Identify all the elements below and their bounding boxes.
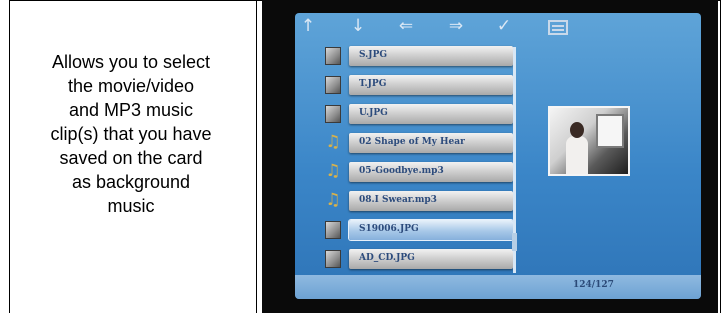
file-name: 08.I Swear.mp3: [359, 195, 437, 205]
screen-photo: ↑ ↓ ⇐ ⇒ ✓ S.JPG T.JPG U.JPG ♫ 02 Shape o…: [262, 0, 718, 313]
description-line: the movie/video: [67, 76, 195, 96]
status-bar: [295, 275, 701, 299]
preview-window-detail: [596, 114, 624, 148]
feature-description: Allows you to select the movie/video and…: [9, 50, 253, 218]
file-row[interactable]: ♫ 05-Goodbye.mp3: [321, 161, 517, 183]
description-line: Allows you to select: [51, 52, 211, 72]
up-arrow-icon[interactable]: ↑: [297, 17, 319, 35]
image-file-icon: [325, 47, 341, 65]
music-note-icon: ♫: [325, 132, 341, 152]
scrollbar-thumb[interactable]: [512, 233, 517, 251]
file-name: T.JPG: [359, 79, 387, 89]
file-row[interactable]: T.JPG: [321, 74, 517, 96]
file-row[interactable]: AD_CD.JPG: [321, 248, 517, 270]
file-row[interactable]: ♫ 08.I Swear.mp3: [321, 190, 517, 212]
file-name: S.JPG: [359, 50, 388, 60]
image-file-icon: [325, 221, 341, 239]
image-file-icon: [325, 76, 341, 94]
right-arrow-icon[interactable]: ⇒: [445, 17, 467, 35]
file-row[interactable]: U.JPG: [321, 103, 517, 125]
preview-person-body: [566, 136, 588, 174]
file-name: S19006.JPG: [359, 224, 419, 234]
music-note-icon: ♫: [325, 190, 341, 210]
down-arrow-icon[interactable]: ↓: [347, 17, 369, 35]
toolbar: ↑ ↓ ⇐ ⇒ ✓: [295, 13, 701, 41]
description-line: clip(s) that you have: [50, 124, 212, 144]
description-line: music: [107, 196, 155, 216]
description-line: and MP3 music: [68, 100, 194, 120]
left-arrow-icon[interactable]: ⇐: [395, 17, 417, 35]
image-file-icon: [325, 250, 341, 268]
table-right-border: [720, 0, 721, 313]
file-name: 02 Shape of My Hear: [359, 137, 465, 147]
image-file-icon: [325, 105, 341, 123]
file-counter: 124/127: [573, 280, 614, 290]
preview-person-head: [570, 122, 584, 138]
file-name: 05-Goodbye.mp3: [359, 166, 444, 176]
file-name: AD_CD.JPG: [359, 253, 415, 263]
list-icon[interactable]: [548, 20, 568, 35]
file-row-selected[interactable]: S19006.JPG: [321, 219, 517, 241]
check-icon[interactable]: ✓: [493, 17, 515, 35]
description-line: as background: [71, 172, 191, 192]
file-row[interactable]: ♫ 02 Shape of My Hear: [321, 132, 517, 154]
file-browser-screen: ↑ ↓ ⇐ ⇒ ✓ S.JPG T.JPG U.JPG ♫ 02 Shape o…: [295, 13, 701, 299]
description-line: saved on the card: [59, 148, 203, 168]
music-note-icon: ♫: [325, 161, 341, 181]
file-name: U.JPG: [359, 108, 388, 118]
table-column-divider: [256, 0, 257, 313]
image-preview-thumbnail: [548, 106, 630, 176]
file-list: S.JPG T.JPG U.JPG ♫ 02 Shape of My Hear …: [321, 45, 517, 277]
file-row[interactable]: S.JPG: [321, 45, 517, 67]
